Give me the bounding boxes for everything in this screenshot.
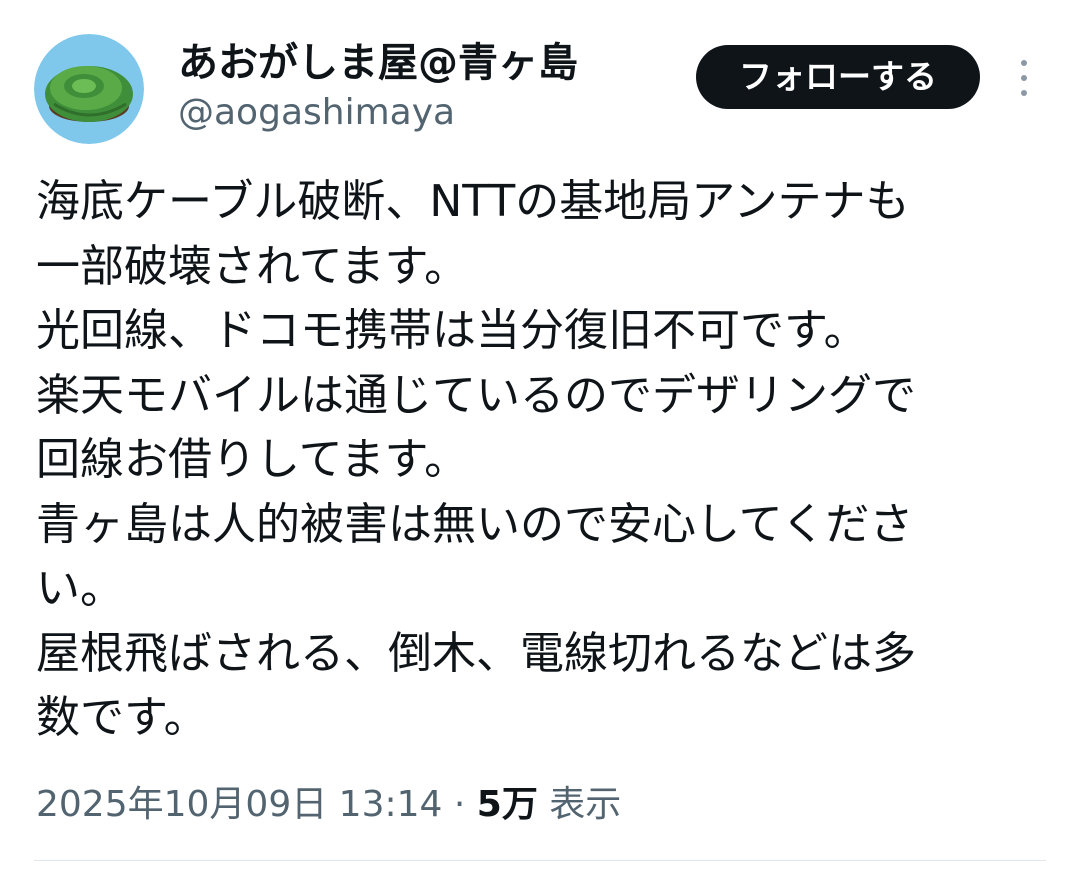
tweet-text-line: 青ヶ島は人的被害は無いので安心してくださ (36, 498, 914, 550)
island-avatar-icon (34, 34, 144, 144)
tweet-text-line: 光回線、ドコモ携帯は当分復旧不可です。 (36, 305, 868, 356)
tweet-text-line: 海底ケーブル破断、NTTの基地局アンテナも (36, 176, 910, 227)
tweet-text-line: 楽天モバイルは通じているのでデザリングで (36, 369, 916, 421)
tweet-meta: 2025年10月09日 13:14 · 5万 表示 (36, 780, 621, 830)
tweet-text-line: 屋根飛ばされる、倒木、電線切れるなどは多 (36, 627, 916, 679)
timestamp[interactable]: 2025年10月09日 13:14 (36, 784, 442, 825)
author-handle[interactable]: @aogashimaya (178, 90, 455, 136)
divider (34, 860, 1046, 861)
tweet-text-line: い。 (36, 563, 124, 614)
author-display-name[interactable]: あおがしま屋@青ヶ島 (178, 38, 578, 88)
follow-button[interactable]: フォローする (696, 45, 980, 109)
views-label: 表示 (537, 784, 622, 825)
more-vertical-icon[interactable] (1012, 56, 1036, 100)
tweet-text-line: 一部破壊されてます。 (36, 240, 469, 292)
tweet-text-line: 数です。 (36, 692, 208, 743)
meta-separator: · (442, 784, 477, 825)
views-count[interactable]: 5万 (477, 784, 538, 825)
tweet-text-line: 回線お借りしてます。 (36, 434, 469, 485)
tweet-text: 海底ケーブル破断、NTTの基地局アンテナも 一部破壊されてます。 光回線、ドコモ… (36, 170, 1046, 751)
avatar[interactable] (34, 34, 144, 144)
